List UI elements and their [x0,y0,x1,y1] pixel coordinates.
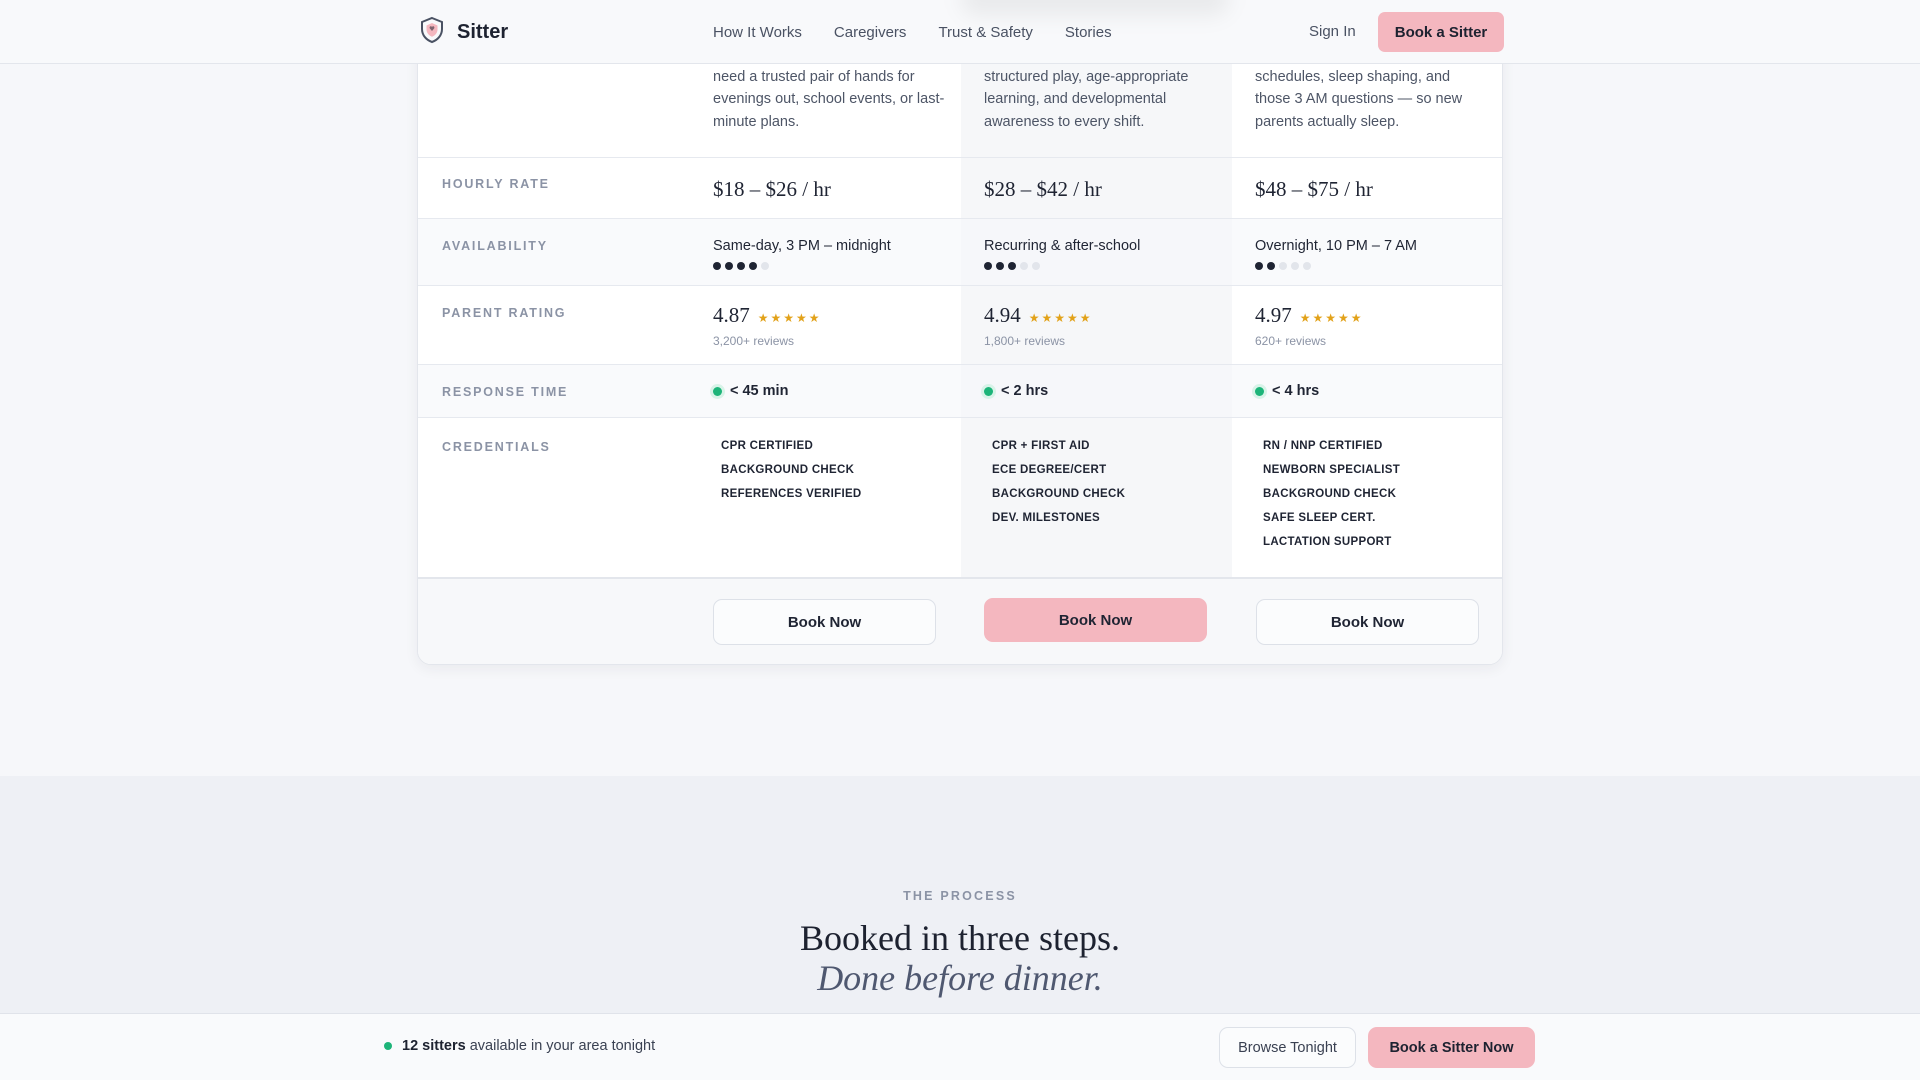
status-online-icon [713,386,722,396]
credential-tag: NEWBORN SPECIALIST [1263,464,1401,476]
nav-link-caregivers[interactable]: Caregivers [834,24,907,41]
response-time-1: < 45 min [730,383,789,399]
response-row: RESPONSE TIME < 45 min < 2 hrs < 4 hrs [418,365,1502,418]
credentials-list-1: CPR CERTIFIED BACKGROUND CHECK REFERENCE… [713,440,862,500]
credential-tag: LACTATION SUPPORT [1263,536,1392,548]
availability-dot [1279,262,1287,270]
availability-meter-1 [713,262,891,270]
star-rating-icon: ★★★★★ [1299,311,1364,325]
credentials-list-3: RN / NNP CERTIFIED NEWBORN SPECIALIST BA… [1255,440,1400,548]
availability-dot [996,262,1004,270]
response-time-2: < 2 hrs [1001,383,1049,399]
availability-dot [1032,262,1040,270]
availability-cell-3: Overnight, 10 PM – 7 AM [1255,238,1417,270]
response-cell-2: < 2 hrs [984,383,1048,399]
row-label-rate: HOURLY RATE [442,177,550,191]
response-cell-3: < 4 hrs [1255,383,1319,399]
availability-dot [749,262,757,270]
book-sitter-now-button[interactable]: Book a Sitter Now [1368,1027,1535,1068]
nav-links: How It Works Caregivers Trust & Safety S… [713,0,1112,64]
section-eyebrow: THE PROCESS [903,889,1017,903]
credential-tag: BACKGROUND CHECK [992,488,1126,500]
row-label-rating: PARENT RATING [442,306,567,320]
row-label-response: RESPONSE TIME [442,385,569,399]
availability-row: AVAILABILITY Same-day, 3 PM – midnight R… [418,219,1502,286]
section-title: Booked in three steps. [800,918,1120,958]
shield-icon [419,16,445,49]
nav-link-stories[interactable]: Stories [1065,24,1112,41]
availability-dot [984,262,992,270]
sign-in-link[interactable]: Sign In [1309,23,1356,40]
rate-3: $48 – $75 / hr [1255,177,1373,201]
availability-dot [1255,262,1263,270]
credentials-row: CREDENTIALS CPR CERTIFIED BACKGROUND CHE… [418,418,1502,577]
star-rating-icon: ★★★★★ [757,311,822,325]
availability-dot [1267,262,1275,270]
sticky-booking-bar: 12 sitters available in your area tonigh… [0,1013,1920,1080]
top-nav: Sitter How It Works Caregivers Trust & S… [0,0,1920,64]
credential-tag: BACKGROUND CHECK [721,464,855,476]
credential-tag: REFERENCES VERIFIED [721,488,862,500]
availability-dot [1008,262,1016,270]
rating-value-1: 4.87 [713,303,750,327]
availability-2: Recurring & after-school [984,238,1141,254]
availability-3: Overnight, 10 PM – 7 AM [1255,238,1417,254]
credential-tag: ECE DEGREE/CERT [992,464,1107,476]
rating-cell-2: 4.94 ★★★★★ 1,800+ reviews [984,303,1093,348]
rate-row: HOURLY RATE $18 – $26 / hr $28 – $42 / h… [418,158,1502,219]
rating-cell-1: 4.87 ★★★★★ 3,200+ reviews [713,303,822,348]
rating-cell-3: 4.97 ★★★★★ 620+ reviews [1255,303,1364,348]
brand-name: Sitter [457,20,509,43]
availability-cell-1: Same-day, 3 PM – midnight [713,238,891,270]
status-online-icon [1255,386,1264,396]
table-footer: Book Now Book Now Book Now [418,577,1502,664]
book-now-button-1[interactable]: Book Now [713,599,936,645]
availability-dot [1291,262,1299,270]
credential-tag: RN / NNP CERTIFIED [1263,440,1383,452]
availability-text: available in your area tonight [469,1038,656,1054]
rating-value-2: 4.94 [984,303,1021,327]
browse-tonight-button[interactable]: Browse Tonight [1219,1027,1356,1068]
row-label-availability: AVAILABILITY [442,239,548,253]
response-cell-1: < 45 min [713,383,788,399]
credential-tag: CPR + FIRST AID [992,440,1090,452]
response-time-3: < 4 hrs [1272,383,1320,399]
book-now-button-2[interactable]: Book Now [984,598,1207,642]
availability-dot [1020,262,1028,270]
availability-dot [737,262,745,270]
availability-1: Same-day, 3 PM – midnight [713,238,891,254]
rating-value-3: 4.97 [1255,303,1292,327]
availability-notice: 12 sitters available in your area tonigh… [384,1038,655,1054]
brand-logo[interactable]: Sitter [419,16,509,49]
review-count-1: 3,200+ reviews [713,334,795,348]
availability-dot [1303,262,1311,270]
credential-tag: SAFE SLEEP CERT. [1263,512,1376,524]
book-sitter-button[interactable]: Book a Sitter [1378,12,1504,52]
sitter-count: 12 sitters [402,1038,466,1054]
review-count-2: 1,800+ reviews [984,334,1066,348]
credential-tag: DEV. MILESTONES [992,512,1101,524]
credential-tag: CPR CERTIFIED [721,440,814,452]
status-online-icon [384,1042,392,1050]
credentials-list-2: CPR + FIRST AID ECE DEGREE/CERT BACKGROU… [984,440,1125,524]
star-rating-icon: ★★★★★ [1028,311,1093,325]
rate-2: $28 – $42 / hr [984,177,1102,201]
availability-dot [713,262,721,270]
credential-tag: BACKGROUND CHECK [1263,488,1397,500]
status-online-icon [984,386,993,396]
availability-dot [725,262,733,270]
nav-link-trust-safety[interactable]: Trust & Safety [938,24,1032,41]
review-count-3: 620+ reviews [1255,334,1327,348]
book-now-button-3[interactable]: Book Now [1256,599,1479,645]
availability-meter-2 [984,262,1140,270]
availability-dot [761,262,769,270]
row-label-credentials: CREDENTIALS [442,440,551,454]
section-subtitle: Done before dinner. [817,958,1103,998]
rating-row: PARENT RATING 4.87 ★★★★★ 3,200+ reviews … [418,286,1502,365]
comparison-table: Reliable coverage for parents who need a… [417,0,1503,665]
rate-1: $18 – $26 / hr [713,177,831,201]
availability-meter-3 [1255,262,1417,270]
nav-link-how-it-works[interactable]: How It Works [713,24,802,41]
availability-cell-2: Recurring & after-school [984,238,1140,270]
